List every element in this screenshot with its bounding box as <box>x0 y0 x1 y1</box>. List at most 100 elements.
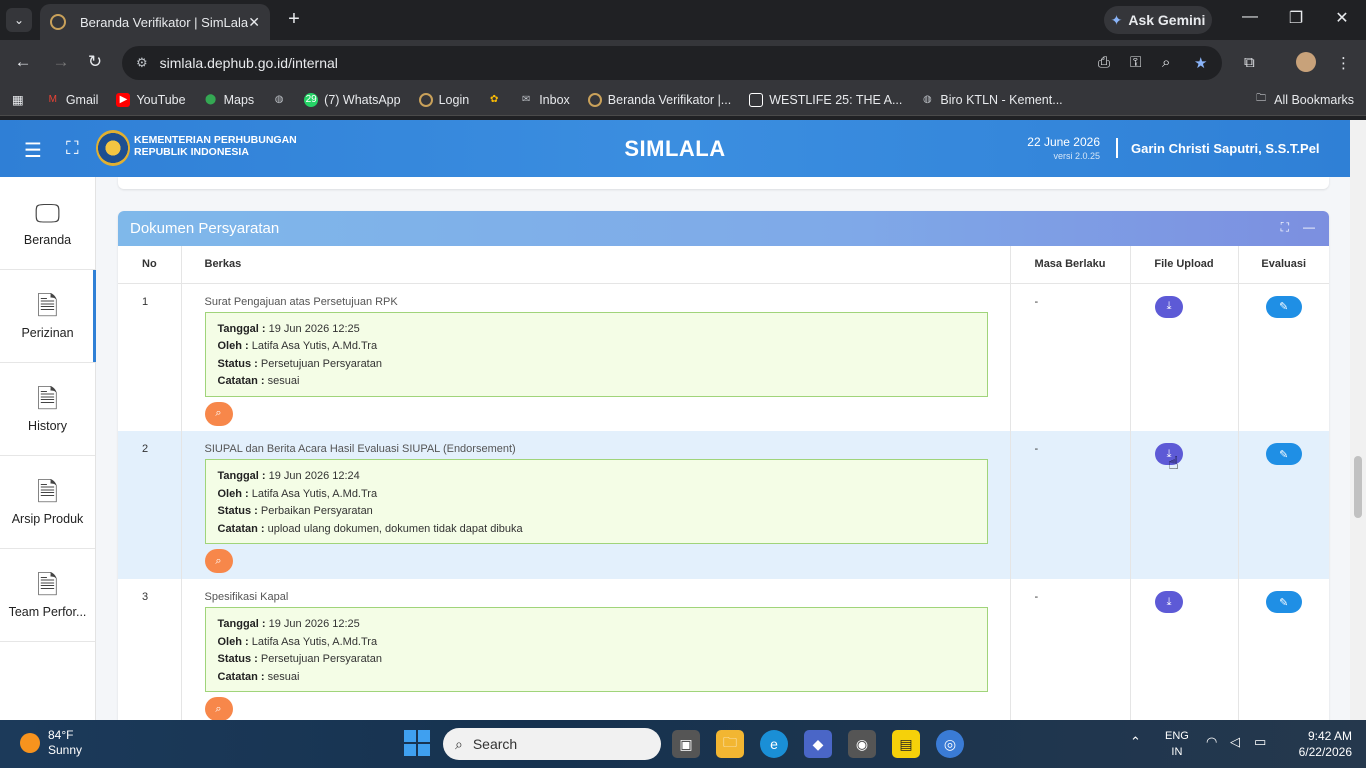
install-app-icon[interactable]: ⎙ <box>1098 54 1110 71</box>
ask-gemini-button[interactable]: ✦ Ask Gemini <box>1104 6 1212 34</box>
sidebar: 🖵 Beranda 🗎 Perizinan 🗎 History 🗎 Arsip … <box>0 177 96 720</box>
window-close-icon[interactable]: ✕ <box>1330 8 1354 28</box>
evaluate-button[interactable]: ✎ <box>1265 443 1302 465</box>
site-info-icon[interactable]: ⚙ <box>136 55 148 71</box>
view-history-button[interactable]: ⌕ <box>204 401 233 426</box>
chrome-icon[interactable]: ◎ <box>936 730 964 758</box>
download-button[interactable]: ⤓ <box>1155 295 1183 318</box>
zoom-icon[interactable]: ⌕ <box>1162 54 1170 71</box>
tab-close-icon[interactable]: ✕ <box>248 14 260 31</box>
bookmark-star-icon[interactable]: ★ <box>1194 54 1207 72</box>
youtube-icon: ▶ <box>116 92 131 107</box>
sidebar-item-beranda[interactable]: 🖵 Beranda <box>0 177 95 270</box>
mail-icon: ✉ <box>521 94 531 105</box>
document-icon: 🗎 <box>37 477 58 507</box>
forward-icon[interactable]: → <box>50 52 72 72</box>
app-icon[interactable]: ◆ <box>804 730 832 758</box>
search-icon: ⌕ <box>215 407 222 419</box>
bookmark-whatsapp[interactable]: 29 (7) WhatsApp <box>304 92 401 107</box>
verification-note: Tanggal : 19 Jun 2026 12:25 Oleh : Latif… <box>204 311 988 397</box>
evaluate-button[interactable]: ✎ <box>1265 295 1302 318</box>
bookmark-globe[interactable]: ◍ <box>272 93 286 107</box>
browser-tab[interactable]: Beranda Verifikator | SimLala ✕ <box>40 4 270 40</box>
battery-icon[interactable]: ▭ <box>1254 734 1266 750</box>
url-bar[interactable]: ⚙ simlala.dephub.go.id/internal <box>122 46 1222 80</box>
all-bookmarks[interactable]: 🗀 All Bookmarks <box>1254 93 1354 107</box>
chrome-menu-icon[interactable]: ⋮ <box>1336 54 1351 72</box>
bookmark-photos[interactable]: ✿ <box>487 93 501 107</box>
bookmark-westlife[interactable]: WESTLIFE 25: THE A... <box>749 92 902 107</box>
globe-icon: ◍ <box>923 94 932 105</box>
tray-overflow-icon[interactable]: ⌃ <box>1130 734 1141 750</box>
new-tab-button[interactable]: + <box>282 8 306 32</box>
table-row: 3 Spesifikasi Kapal Tanggal : 19 Jun 202… <box>118 579 1329 720</box>
language-indicator[interactable]: ENG IN <box>1165 728 1189 760</box>
bookmark-biro-ktln[interactable]: ◍ Biro KTLN - Kement... <box>920 93 1063 107</box>
tab-title: Beranda Verifikator | SimLala <box>80 14 249 30</box>
bookmark-gmail[interactable]: M Gmail <box>46 93 99 107</box>
bookmark-youtube[interactable]: ▶ YouTube <box>116 92 186 107</box>
view-history-button[interactable]: ⌕ <box>204 697 233 720</box>
gmail-icon: M <box>48 94 57 105</box>
bookmark-beranda[interactable]: Beranda Verifikator |... <box>587 92 731 107</box>
sticky-notes-icon[interactable]: ▤ <box>892 730 920 758</box>
apps-grid-icon[interactable]: ▦ <box>12 92 24 107</box>
download-button[interactable]: ⤓ <box>1155 591 1183 613</box>
evaluate-button[interactable]: ✎ <box>1265 591 1302 613</box>
collapse-icon[interactable]: — <box>1303 220 1315 235</box>
windows-taskbar: 84°F Sunny ⌕ Search ▣ 🗀 e ◆ ◉ ▤ ◎ ⌃ ENG … <box>0 720 1366 768</box>
edit-icon: ✎ <box>1279 448 1289 461</box>
document-icon: 🗎 <box>37 570 58 600</box>
taskbar-clock[interactable]: 9:42 AM 6/22/2026 <box>1299 728 1352 760</box>
download-icon: ⤓ <box>1166 300 1172 312</box>
camera-icon[interactable]: ◉ <box>848 730 876 758</box>
documents-table: No Berkas Masa Berlaku File Upload Evalu… <box>118 246 1329 720</box>
page-icon <box>749 92 764 107</box>
edit-icon: ✎ <box>1279 301 1289 313</box>
table-row: 1 Surat Pengajuan atas Persetujuan RPK T… <box>118 283 1329 431</box>
page-viewport: ☰ ⛶ KEMENTERIAN PERHUBUNGAN REPUBLIK IND… <box>0 120 1366 720</box>
app-version: versi 2.0.25 <box>1053 151 1100 161</box>
mouse-cursor-icon: ☝ <box>1168 453 1179 473</box>
edit-icon: ✎ <box>1279 596 1289 609</box>
weather-widget[interactable]: 84°F Sunny <box>20 728 82 758</box>
bookmark-maps[interactable]: ⬤ Maps <box>204 93 254 107</box>
document-icon: 🗎 <box>37 384 58 414</box>
browser-tabbar: ⌄ Beranda Verifikator | SimLala ✕ + ✦ As… <box>0 0 1366 40</box>
photos-icon: ✿ <box>489 94 499 105</box>
sidebar-item-arsip-produk[interactable]: 🗎 Arsip Produk <box>0 456 95 549</box>
edge-icon[interactable]: e <box>760 730 788 758</box>
tab-search-button[interactable]: ⌄ <box>6 8 32 32</box>
maximize-icon[interactable]: ⛶ <box>1281 220 1289 235</box>
taskbar-search[interactable]: ⌕ Search <box>443 728 661 760</box>
bookmark-inbox[interactable]: ✉ Inbox <box>519 93 570 107</box>
file-explorer-icon[interactable]: 🗀 <box>716 730 744 758</box>
extensions-icon[interactable]: ⧉ <box>1244 54 1255 71</box>
password-key-icon[interactable]: ⚿ <box>1130 54 1141 71</box>
table-row: 2 SIUPAL dan Berita Acara Hasil Evaluasi… <box>118 431 1329 579</box>
restore-icon[interactable]: ❐ <box>1284 8 1308 28</box>
sidebar-item-history[interactable]: 🗎 History <box>0 363 95 456</box>
sidebar-item-perizinan[interactable]: 🗎 Perizinan <box>0 270 96 363</box>
search-icon: ⌕ <box>215 702 222 715</box>
user-name[interactable]: Garin Christi Saputri, S.S.T.Pel <box>1131 141 1320 156</box>
volume-icon[interactable]: ◁ <box>1230 734 1240 750</box>
login-icon <box>418 92 433 107</box>
monitor-icon: 🖵 <box>34 198 61 228</box>
bookmark-login[interactable]: Login <box>418 92 469 107</box>
profile-avatar[interactable] <box>1296 52 1316 72</box>
page-scrollbar[interactable] <box>1350 120 1366 720</box>
whatsapp-icon: 29 <box>304 92 319 107</box>
back-icon[interactable]: ← <box>12 52 34 72</box>
windows-start-icon[interactable] <box>404 730 430 756</box>
sidebar-item-team-performance[interactable]: 🗎 Team Perfor... <box>0 549 95 642</box>
minimize-icon[interactable]: — <box>1238 8 1262 26</box>
maps-icon: ⬤ <box>204 94 217 105</box>
task-view-icon[interactable]: ▣ <box>672 730 700 758</box>
col-no: No <box>118 246 182 284</box>
scrollbar-thumb[interactable] <box>1354 456 1362 518</box>
reload-icon[interactable]: ↻ <box>84 52 106 72</box>
view-history-button[interactable]: ⌕ <box>204 549 233 573</box>
search-icon: ⌕ <box>215 554 222 567</box>
wifi-icon[interactable]: ◠ <box>1206 734 1217 750</box>
